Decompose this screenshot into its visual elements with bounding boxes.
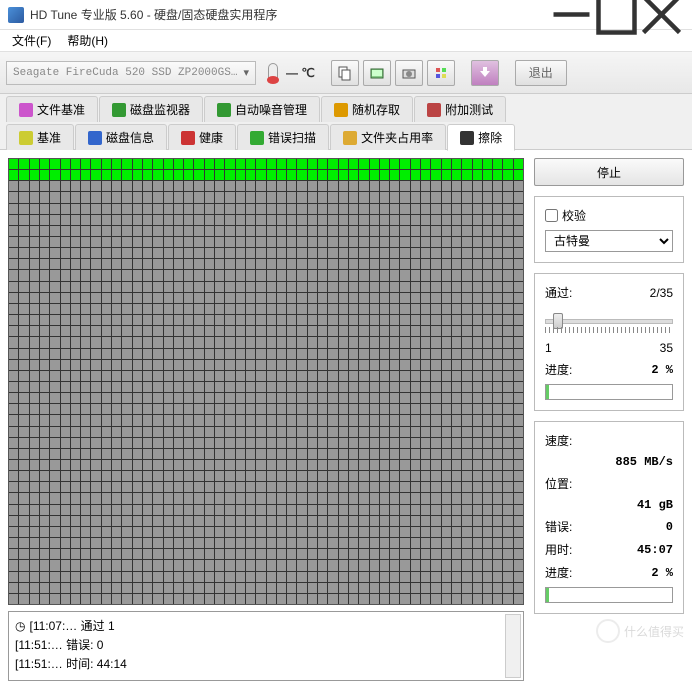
menu-help[interactable]: 帮助(H) [59,30,116,51]
file-icon [19,103,33,117]
random-icon [334,103,348,117]
block-map [8,158,524,605]
log-line: ◷ [11:07:… 通过 1 [13,616,519,635]
window-title: HD Tune 专业版 5.60 - 硬盘/固态硬盘实用程序 [30,6,549,23]
tab-磁盘信息[interactable]: 磁盘信息 [75,124,167,150]
pass-value: 2/35 [650,286,673,300]
tab-label: 文件夹占用率 [361,129,433,146]
tab-擦除[interactable]: 擦除 [447,124,515,151]
pass-label: 通过: [545,284,572,301]
log-text: [11:07:… 通过 1 [29,617,114,634]
tab-label: 附加测试 [445,101,493,118]
tabs-row-2: 基准 磁盘信息 健康 错误扫描 文件夹占用率 擦除 [0,122,692,150]
exit-button[interactable]: 退出 [515,60,567,86]
folder-icon [343,131,357,145]
titlebar: HD Tune 专业版 5.60 - 硬盘/固态硬盘实用程序 [0,0,692,30]
progress-bar-1 [545,384,673,400]
pass-slider[interactable] [545,311,673,331]
time-label: 用时: [545,541,572,558]
log-scrollbar[interactable] [505,614,521,678]
tab-label: 文件基准 [37,101,85,118]
tab-label: 擦除 [478,129,502,146]
options-panel: 校验 古特曼 [534,196,684,263]
watermark: 什么值得买 [596,619,684,643]
verify-checkbox-input[interactable] [545,209,558,222]
right-panel: 停止 校验 古特曼 通过: 2/35 1 35 [534,158,684,681]
tab-基准[interactable]: 基准 [6,124,74,150]
erase-method-select[interactable]: 古特曼 [545,230,673,252]
maximize-button[interactable] [594,0,639,29]
progress-label: 进度: [545,361,572,378]
pos-label: 位置: [545,475,572,492]
minimize-button[interactable] [549,0,594,29]
scan-icon [250,131,264,145]
speed-label: 速度: [545,432,572,449]
prog-label: 进度: [545,564,572,581]
range-min: 1 [545,341,552,355]
app-icon [8,7,24,23]
menu-file[interactable]: 文件(F) [4,30,59,51]
temperature-value: — ℃ [286,66,315,80]
toolbar: Seagate FireCuda 520 SSD ZP2000GS… — ℃ 退… [0,52,692,94]
prog-value: 2 % [651,566,673,580]
screenshot-button[interactable] [363,60,391,86]
progress-bar-2 [545,587,673,603]
content-area: ◷ [11:07:… 通过 1 [11:51:… 错误: 0 [11:51:… 时间:… [0,149,692,689]
tab-随机存取[interactable]: 随机存取 [321,96,413,122]
info-icon [88,131,102,145]
clock-icon: ◷ [15,619,25,633]
tab-错误扫描[interactable]: 错误扫描 [237,124,329,150]
verify-checkbox[interactable]: 校验 [545,207,673,224]
tab-label: 错误扫描 [268,129,316,146]
thermometer-icon [268,63,278,83]
copy-button[interactable] [331,60,359,86]
erase-icon [460,131,474,145]
tab-文件基准[interactable]: 文件基准 [6,96,98,122]
pass-panel: 通过: 2/35 1 35 进度: 2 % [534,273,684,411]
bench-icon [19,131,33,145]
tab-label: 健康 [199,129,223,146]
drive-select[interactable]: Seagate FireCuda 520 SSD ZP2000GS… [6,61,256,85]
settings-button[interactable] [427,60,455,86]
tab-健康[interactable]: 健康 [168,124,236,150]
tab-label: 自动噪音管理 [235,101,307,118]
speed-value: 885 MB/s [615,455,673,469]
extra-icon [427,103,441,117]
camera-button[interactable] [395,60,423,86]
tab-自动噪音管理[interactable]: 自动噪音管理 [204,96,320,122]
stats-panel: 速度: 885 MB/s 位置: 41 gB 错误: 0 用时: 45:07 进度:… [534,421,684,614]
log-line: [11:51:… 错误: 0 [13,635,519,654]
verify-label: 校验 [562,207,586,224]
tab-label: 磁盘信息 [106,129,154,146]
tab-label: 随机存取 [352,101,400,118]
log-text: [11:51:… 错误: 0 [15,636,103,653]
err-value: 0 [666,520,673,534]
tab-磁盘监视器[interactable]: 磁盘监视器 [99,96,203,122]
tab-文件夹占用率[interactable]: 文件夹占用率 [330,124,446,150]
temperature-display: — ℃ [268,63,315,83]
range-max: 35 [660,341,673,355]
log-panel: ◷ [11:07:… 通过 1 [11:51:… 错误: 0 [11:51:… 时间:… [8,611,524,681]
health-icon [181,131,195,145]
save-button[interactable] [471,60,499,86]
progress-value: 2 % [651,363,673,377]
tab-label: 基准 [37,129,61,146]
stop-button[interactable]: 停止 [534,158,684,186]
err-label: 错误: [545,518,572,535]
log-line: [11:51:… 时间: 44:14 [13,654,519,673]
time-value: 45:07 [637,543,673,557]
close-button[interactable] [639,0,684,29]
left-panel: ◷ [11:07:… 通过 1 [11:51:… 错误: 0 [11:51:… 时间:… [8,158,524,681]
log-text: [11:51:… 时间: 44:14 [15,655,127,672]
pos-value: 41 gB [637,498,673,512]
monitor-icon [112,103,126,117]
sound-icon [217,103,231,117]
tab-label: 磁盘监视器 [130,101,190,118]
tab-附加测试[interactable]: 附加测试 [414,96,506,122]
tabs-row-1: 文件基准 磁盘监视器 自动噪音管理 随机存取 附加测试 [0,94,692,122]
